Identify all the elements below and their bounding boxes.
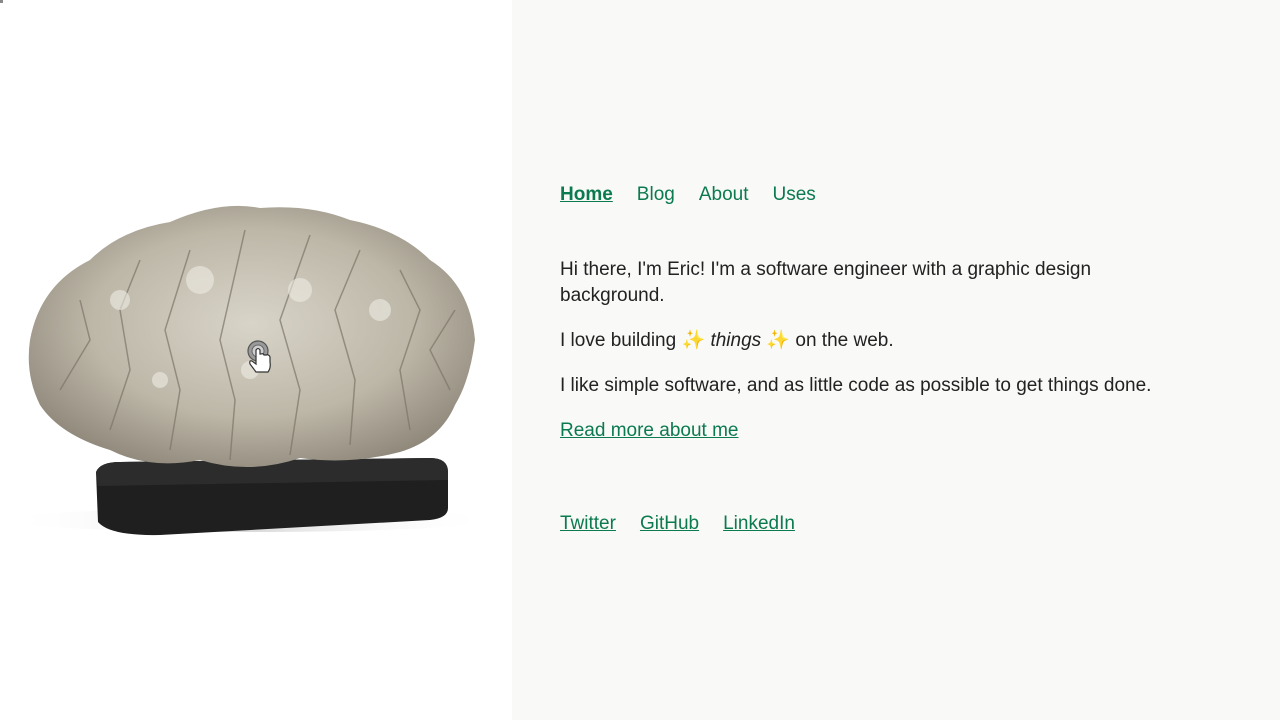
sparkle-icon: ✨ xyxy=(681,330,706,351)
twitter-link[interactable]: Twitter xyxy=(560,513,616,535)
nav-blog-link[interactable]: Blog xyxy=(637,184,675,206)
things-emphasis: things xyxy=(710,330,762,351)
nav-about-link[interactable]: About xyxy=(699,184,749,206)
intro-paragraph: Hi there, I'm Eric! I'm a software engin… xyxy=(560,259,1092,306)
read-more-link[interactable]: Read more about me xyxy=(560,420,739,441)
github-link[interactable]: GitHub xyxy=(640,513,699,535)
corner-marker xyxy=(0,0,3,3)
content-panel: Home Blog About Uses Hi there, I'm Eric!… xyxy=(512,0,1280,720)
nav-home-link[interactable]: Home xyxy=(560,184,613,206)
read-more-paragraph: Read more about me xyxy=(560,418,1200,444)
love-building-paragraph: I love building ✨ things ✨ on the web. xyxy=(560,328,1200,354)
love-building-text: I love building xyxy=(560,330,677,351)
on-the-web-text: on the web. xyxy=(795,330,894,351)
nav-uses-link[interactable]: Uses xyxy=(772,184,815,206)
coral-3d-viewer[interactable] xyxy=(0,190,512,550)
simple-software-paragraph: I like simple software, and as little co… xyxy=(560,375,1152,396)
sparkle-icon: ✨ xyxy=(766,330,791,351)
social-links: Twitter GitHub LinkedIn xyxy=(560,513,795,535)
linkedin-link[interactable]: LinkedIn xyxy=(723,513,795,535)
model-viewer-panel xyxy=(0,0,512,720)
drag-hand-icon[interactable] xyxy=(244,338,274,376)
intro-section: Hi there, I'm Eric! I'm a software engin… xyxy=(560,257,1200,463)
main-nav: Home Blog About Uses xyxy=(560,184,816,206)
